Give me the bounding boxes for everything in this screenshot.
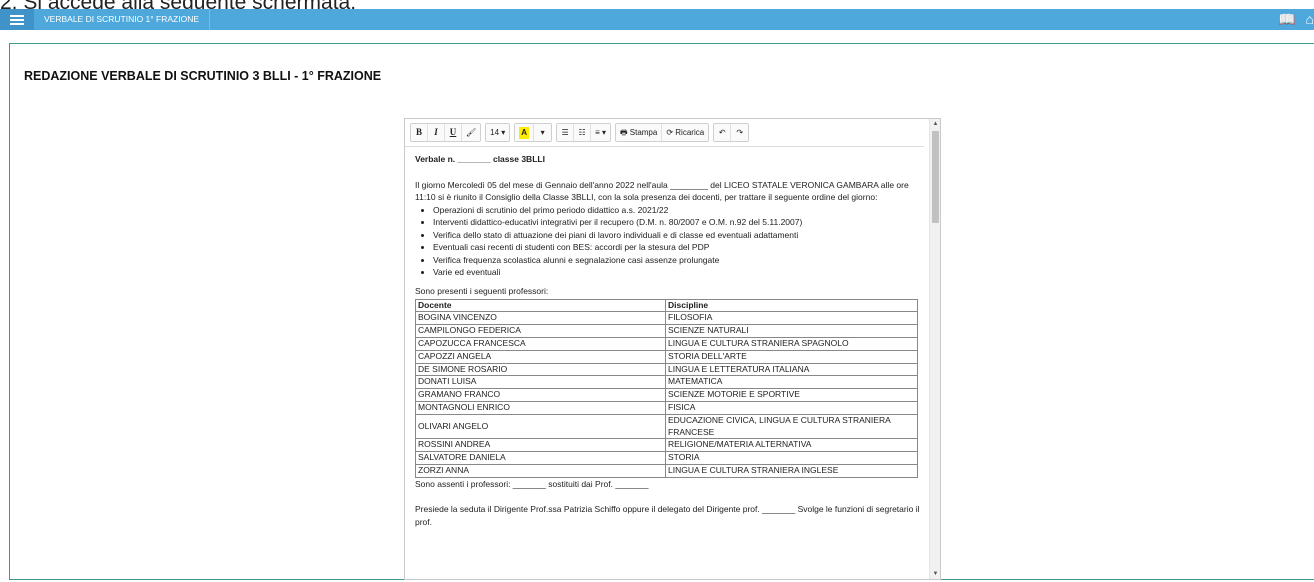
subject-cell: STORIA DELL'ARTE (665, 349, 918, 364)
list-item: Verifica frequenza scolastica alunni e s… (433, 254, 922, 267)
teacher-cell: DONATI LUISA (415, 375, 666, 390)
subject-cell: SCIENZE MOTORIE E SPORTIVE (665, 388, 918, 402)
teacher-cell: OLIVARI ANGELO (415, 413, 666, 440)
list-item: Operazioni di scrutinio del primo period… (433, 204, 922, 217)
table-row: BOGINA VINCENZO FILOSOFIA (415, 311, 918, 326)
scroll-up-icon[interactable]: ▲ (930, 119, 940, 129)
unordered-list-icon[interactable]: ☰ (557, 124, 575, 141)
history-group: ↶ ↷ (713, 123, 750, 142)
eraser-icon[interactable]: 🖌 (462, 124, 481, 141)
subject-cell: RELIGIONE/MATERIA ALTERNATIVA (665, 438, 918, 453)
table-row: ROSSINI ANDREA RELIGIONE/MATERIA ALTERNAT… (415, 438, 918, 453)
top-icons: 📖 ⌂ (1278, 9, 1314, 30)
chair-line: Presiede la seduta il Dirigente Prof.ssa… (415, 504, 920, 527)
teachers-table: Docente Discipline BOGINA VINCENZO FILOSO… (415, 298, 918, 478)
font-size-group: 14 ▾ (485, 123, 511, 142)
menu-button[interactable] (0, 9, 34, 30)
home-icon[interactable]: ⌂ (1306, 9, 1314, 30)
subject-cell: LINGUA E LETTERATURA ITALIANA (665, 362, 918, 377)
subject-cell: FILOSOFIA (665, 311, 918, 326)
table-header-row: Docente Discipline (415, 298, 918, 313)
editor-content[interactable]: Verbale n. _______ classe 3BLLI Il giorn… (415, 153, 922, 528)
table-row: DONATI LUISA MATEMATICA (415, 375, 918, 390)
teacher-cell: ROSSINI ANDREA (415, 438, 666, 453)
scroll-down-icon[interactable]: ▼ (930, 569, 940, 579)
table-row: CAMPILONGO FEDERICA SCIENZE NATURALI (415, 324, 918, 338)
print-button[interactable]: 🖶 Stampa (615, 124, 663, 141)
verbale-heading: Verbale n. _______ classe 3BLLI (415, 154, 545, 164)
action-group: 🖶 Stampa ⟳ Ricarica (614, 123, 710, 142)
intro-paragraph: Il giorno Mercoledì 05 del mese di Genna… (415, 179, 909, 203)
ordered-list-icon[interactable]: ☷ (574, 124, 592, 141)
subject-cell: STORIA (665, 451, 918, 465)
table-row: SALVATORE DANIELA STORIA (415, 451, 918, 465)
editor-toolbar: B I U 🖌 14 ▾ A ▾ ☰ ☷ ≡ ▾ 🖶 Stampa ⟳ Rica… (405, 119, 924, 147)
teacher-cell: DE SIMONE ROSARIO (415, 362, 666, 377)
subject-cell: MATEMATICA (665, 375, 918, 390)
list-item: Varie ed eventuali (433, 266, 922, 279)
teacher-cell: CAPOZZI ANGELA (415, 349, 666, 364)
table-row: MONTAGNOLI ENRICO FISICA (415, 400, 918, 415)
rich-text-editor[interactable]: B I U 🖌 14 ▾ A ▾ ☰ ☷ ≡ ▾ 🖶 Stampa ⟳ Rica… (404, 118, 941, 580)
format-group: B I U 🖌 (410, 123, 482, 142)
list-item: Interventi didattico-educativi integrati… (433, 216, 922, 229)
bold-button[interactable]: B (411, 124, 428, 141)
undo-icon[interactable]: ↶ (714, 124, 732, 141)
teacher-cell: SALVATORE DANIELA (415, 451, 666, 465)
redo-icon[interactable]: ↷ (731, 124, 749, 141)
agenda-list: Operazioni di scrutinio del primo period… (433, 204, 922, 280)
highlight-a-icon: A (519, 127, 530, 139)
list-item: Verifica dello stato di attuazione dei p… (433, 229, 922, 242)
hamburger-icon (10, 14, 24, 25)
column-header-docente: Docente (415, 298, 666, 313)
teacher-cell: BOGINA VINCENZO (415, 311, 666, 326)
italic-button[interactable]: I (428, 124, 445, 141)
highlight-button[interactable]: A (515, 124, 535, 141)
reload-button[interactable]: ⟳ Ricarica (662, 124, 709, 141)
teacher-cell: CAMPILONGO FEDERICA (415, 324, 666, 338)
document-caption: 2. Si accede alla seguente schermata: (0, 0, 357, 14)
subject-cell: SCIENZE NATURALI (665, 324, 918, 338)
font-size-dropdown[interactable]: 14 ▾ (486, 124, 510, 141)
subject-cell: FISICA (665, 400, 918, 415)
column-header-discipline: Discipline (665, 298, 918, 313)
page-title: REDAZIONE VERBALE DI SCRUTINIO 3 BLLI - … (24, 69, 382, 83)
teacher-cell: GRAMANO FRANCO (415, 388, 666, 402)
teacher-cell: ZORZI ANNA (415, 463, 666, 478)
list-group: ☰ ☷ ≡ ▾ (556, 123, 611, 142)
subject-cell: LINGUA E CULTURA STRANIERA SPAGNOLO (665, 336, 918, 351)
main-panel: REDAZIONE VERBALE DI SCRUTINIO 3 BLLI - … (9, 43, 1314, 580)
teacher-cell: MONTAGNOLI ENRICO (415, 400, 666, 415)
editor-scrollbar[interactable]: ▲ ▼ (929, 119, 940, 579)
table-row: CAPOZUCCA FRANCESCA LINGUA E CULTURA STRA… (415, 336, 918, 351)
highlight-caret-button[interactable]: ▾ (534, 124, 552, 141)
align-dropdown[interactable]: ≡ ▾ (591, 124, 610, 141)
underline-button[interactable]: U (445, 124, 462, 141)
book-icon[interactable]: 📖 (1278, 9, 1295, 30)
table-row: DE SIMONE ROSARIO LINGUA E LETTERATURA IT… (415, 362, 918, 377)
subject-cell: EDUCAZIONE CIVICA, LINGUA E CULTURA STRA… (665, 413, 918, 440)
table-row: GRAMANO FRANCO SCIENZE MOTORIE E SPORTIVE (415, 388, 918, 402)
list-item: Eventuali casi recenti di studenti con B… (433, 241, 922, 254)
topbar-title: VERBALE DI SCRUTINIO 1° FRAZIONE (44, 9, 211, 30)
scroll-thumb[interactable] (932, 131, 939, 223)
table-row: CAPOZZI ANGELA STORIA DELL'ARTE (415, 349, 918, 364)
top-bar: VERBALE DI SCRUTINIO 1° FRAZIONE 📖 ⌂ (0, 9, 1314, 30)
table-row: OLIVARI ANGELO EDUCAZIONE CIVICA, LINGUA … (415, 413, 918, 440)
table-row: ZORZI ANNA LINGUA E CULTURA STRANIERA ING… (415, 463, 918, 478)
absent-line: Sono assenti i professori: _______ sosti… (415, 478, 649, 489)
color-group: A ▾ (514, 123, 553, 142)
present-label: Sono presenti i seguenti professori: (415, 286, 549, 297)
subject-cell: LINGUA E CULTURA STRANIERA INGLESE (665, 463, 918, 478)
teacher-cell: CAPOZUCCA FRANCESCA (415, 336, 666, 351)
